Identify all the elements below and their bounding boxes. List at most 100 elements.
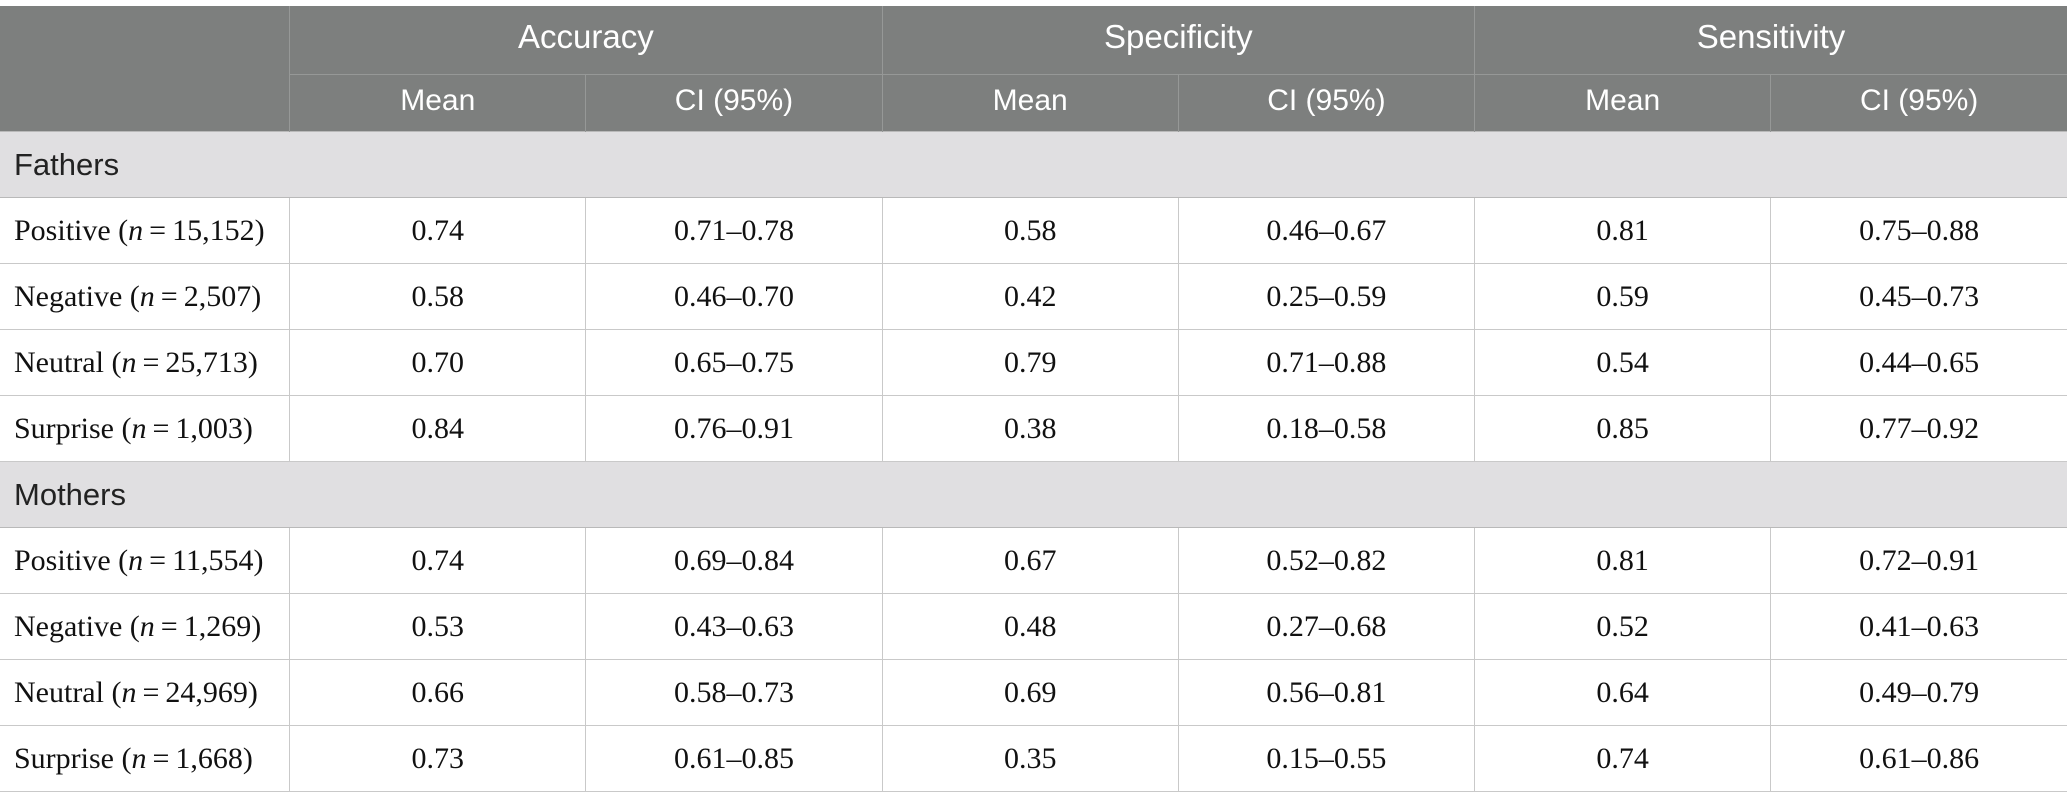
cell-sensitivity-mean: 0.74 bbox=[1474, 725, 1772, 792]
header-sensitivity-ci: CI (95%) bbox=[1770, 74, 2067, 132]
row-label: Negative (n = 1,269) bbox=[0, 593, 291, 660]
cell-accuracy-mean: 0.73 bbox=[289, 725, 587, 792]
sample-size-symbol: n bbox=[128, 543, 144, 577]
header-group-specificity: Specificity bbox=[882, 6, 1476, 75]
header-accuracy-mean: Mean bbox=[289, 74, 587, 132]
table-header: Accuracy Specificity Sensitivity Mean CI… bbox=[0, 6, 2067, 132]
cell-specificity-mean: 0.48 bbox=[882, 593, 1179, 660]
cell-accuracy-ci: 0.69–0.84 bbox=[585, 527, 883, 594]
cell-accuracy-mean: 0.53 bbox=[289, 593, 587, 660]
cell-specificity-mean: 0.79 bbox=[882, 329, 1179, 396]
cell-sensitivity-mean: 0.64 bbox=[1474, 659, 1772, 726]
cell-specificity-ci: 0.56–0.81 bbox=[1178, 659, 1476, 726]
row-label: Positive (n = 15,152) bbox=[0, 197, 291, 264]
cell-sensitivity-ci: 0.75–0.88 bbox=[1770, 197, 2067, 264]
cell-specificity-ci: 0.15–0.55 bbox=[1178, 725, 1476, 792]
sample-size-value: 1,003 bbox=[175, 411, 243, 445]
sample-size-symbol: n bbox=[131, 741, 147, 775]
section-header-row: Mothers bbox=[0, 461, 2067, 528]
cell-sensitivity-ci: 0.44–0.65 bbox=[1770, 329, 2067, 396]
section-title: Mothers bbox=[0, 461, 2067, 528]
cell-accuracy-ci: 0.76–0.91 bbox=[585, 395, 883, 462]
table-row: Neutral (n = 24,969) 0.66 0.58–0.73 0.69 0.5… bbox=[0, 659, 2067, 726]
cell-accuracy-ci: 0.71–0.78 bbox=[585, 197, 883, 264]
cell-sensitivity-mean: 0.54 bbox=[1474, 329, 1772, 396]
sample-size-value: 25,713 bbox=[165, 345, 248, 379]
header-specificity-mean: Mean bbox=[882, 74, 1179, 132]
row-label: Negative (n = 2,507) bbox=[0, 263, 291, 330]
sample-size-symbol: n bbox=[128, 213, 144, 247]
cell-accuracy-mean: 0.66 bbox=[289, 659, 587, 726]
cell-specificity-ci: 0.52–0.82 bbox=[1178, 527, 1476, 594]
section-title: Fathers bbox=[0, 131, 2067, 198]
sample-size-symbol: n bbox=[121, 345, 137, 379]
row-label: Surprise (n = 1,668) bbox=[0, 725, 291, 792]
cell-sensitivity-ci: 0.61–0.86 bbox=[1770, 725, 2067, 792]
section-header-row: Fathers bbox=[0, 131, 2067, 198]
row-label: Positive (n = 11,554) bbox=[0, 527, 291, 594]
header-specificity-ci: CI (95%) bbox=[1178, 74, 1476, 132]
cell-specificity-mean: 0.58 bbox=[882, 197, 1179, 264]
cell-specificity-mean: 0.69 bbox=[882, 659, 1179, 726]
cell-sensitivity-ci: 0.45–0.73 bbox=[1770, 263, 2067, 330]
cell-sensitivity-ci: 0.72–0.91 bbox=[1770, 527, 2067, 594]
cell-accuracy-ci: 0.61–0.85 bbox=[585, 725, 883, 792]
table-row: Surprise (n = 1,003) 0.84 0.76–0.91 0.38 0.1… bbox=[0, 395, 2067, 462]
cell-sensitivity-mean: 0.81 bbox=[1474, 527, 1772, 594]
cell-accuracy-ci: 0.46–0.70 bbox=[585, 263, 883, 330]
cell-specificity-mean: 0.38 bbox=[882, 395, 1179, 462]
sample-size-value: 15,152 bbox=[172, 213, 255, 247]
row-label: Neutral (n = 24,969) bbox=[0, 659, 291, 726]
header-sensitivity-mean: Mean bbox=[1474, 74, 1772, 132]
table-row: Neutral (n = 25,713) 0.70 0.65–0.75 0.79 0.7… bbox=[0, 329, 2067, 396]
cell-sensitivity-mean: 0.85 bbox=[1474, 395, 1772, 462]
cell-accuracy-mean: 0.84 bbox=[289, 395, 587, 462]
cell-sensitivity-ci: 0.77–0.92 bbox=[1770, 395, 2067, 462]
header-group-sensitivity: Sensitivity bbox=[1474, 6, 2067, 75]
row-label: Neutral (n = 25,713) bbox=[0, 329, 291, 396]
cell-sensitivity-ci: 0.41–0.63 bbox=[1770, 593, 2067, 660]
header-group-row: Accuracy Specificity Sensitivity bbox=[0, 6, 2067, 132]
table-body: Fathers Positive (n = 15,152) 0.74 0.71–0.7… bbox=[0, 131, 2067, 792]
cell-specificity-mean: 0.35 bbox=[882, 725, 1179, 792]
cell-sensitivity-mean: 0.52 bbox=[1474, 593, 1772, 660]
sample-size-value: 1,668 bbox=[175, 741, 243, 775]
cell-accuracy-mean: 0.70 bbox=[289, 329, 587, 396]
row-label: Surprise (n = 1,003) bbox=[0, 395, 291, 462]
sample-size-symbol: n bbox=[121, 675, 137, 709]
sample-size-value: 2,507 bbox=[183, 279, 252, 313]
table-row: Positive (n = 15,152) 0.74 0.71–0.78 0.58 0.… bbox=[0, 197, 2067, 264]
cell-accuracy-mean: 0.74 bbox=[289, 197, 587, 264]
table-row: Negative (n = 1,269) 0.53 0.43–0.63 0.48 0.2… bbox=[0, 593, 2067, 660]
cell-accuracy-ci: 0.65–0.75 bbox=[585, 329, 883, 396]
cell-sensitivity-mean: 0.81 bbox=[1474, 197, 1772, 264]
cell-specificity-mean: 0.67 bbox=[882, 527, 1179, 594]
cell-accuracy-ci: 0.58–0.73 bbox=[585, 659, 883, 726]
table-container: Accuracy Specificity Sensitivity Mean CI… bbox=[0, 0, 2067, 792]
cell-specificity-ci: 0.18–0.58 bbox=[1178, 395, 1476, 462]
header-accuracy-ci: CI (95%) bbox=[585, 74, 883, 132]
header-corner-cell bbox=[0, 6, 291, 132]
cell-sensitivity-mean: 0.59 bbox=[1474, 263, 1772, 330]
sample-size-value: 1,269 bbox=[183, 609, 252, 643]
cell-accuracy-ci: 0.43–0.63 bbox=[585, 593, 883, 660]
cell-accuracy-mean: 0.58 bbox=[289, 263, 587, 330]
sample-size-symbol: n bbox=[139, 279, 155, 313]
cell-specificity-ci: 0.27–0.68 bbox=[1178, 593, 1476, 660]
results-table: Accuracy Specificity Sensitivity Mean CI… bbox=[0, 6, 2067, 792]
cell-accuracy-mean: 0.74 bbox=[289, 527, 587, 594]
cell-specificity-ci: 0.71–0.88 bbox=[1178, 329, 1476, 396]
cell-specificity-ci: 0.25–0.59 bbox=[1178, 263, 1476, 330]
sample-size-value: 24,969 bbox=[165, 675, 248, 709]
header-sub-row: Mean CI (95%) Mean CI (95%) Mean CI (95%… bbox=[0, 74, 2067, 132]
cell-sensitivity-ci: 0.49–0.79 bbox=[1770, 659, 2067, 726]
sample-size-symbol: n bbox=[131, 411, 147, 445]
cell-specificity-mean: 0.42 bbox=[882, 263, 1179, 330]
cell-specificity-ci: 0.46–0.67 bbox=[1178, 197, 1476, 264]
sample-size-value: 11,554 bbox=[172, 543, 254, 577]
header-group-accuracy: Accuracy bbox=[289, 6, 883, 75]
table-row: Negative (n = 2,507) 0.58 0.46–0.70 0.42 0.2… bbox=[0, 263, 2067, 330]
table-row: Surprise (n = 1,668) 0.73 0.61–0.85 0.35 0.1… bbox=[0, 725, 2067, 792]
sample-size-symbol: n bbox=[139, 609, 155, 643]
table-row: Positive (n = 11,554) 0.74 0.69–0.84 0.67 0.… bbox=[0, 527, 2067, 594]
